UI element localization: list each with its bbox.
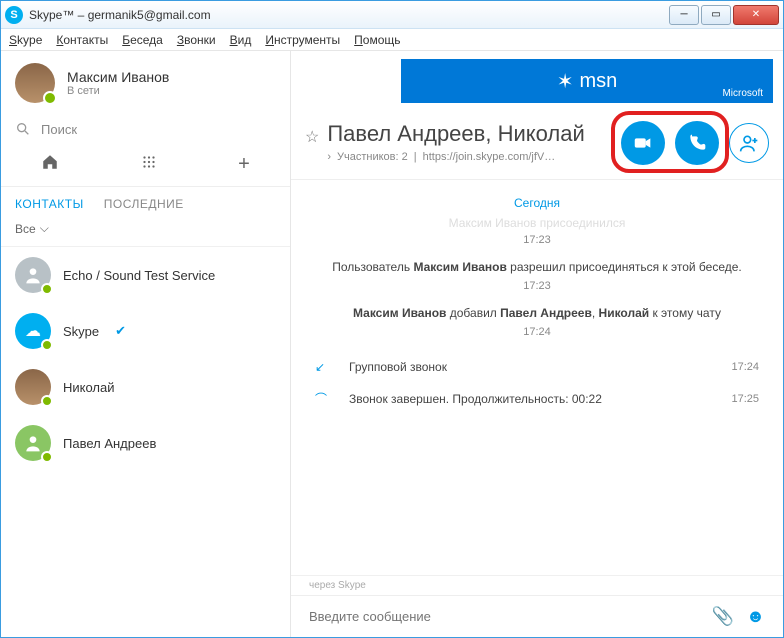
presence-online-icon [41,395,53,407]
contact-name: Павел Андреев [63,436,156,451]
menu-conversation[interactable]: Беседа [122,33,163,47]
add-participant-button[interactable] [729,123,769,163]
contact-name: Echo / Sound Test Service [63,268,215,283]
sidebar: Максим Иванов В сети Поиск + КОНТАКТЫ ПО… [1,51,291,637]
search-row[interactable]: Поиск [1,115,290,143]
call-label: Звонок завершен. Продолжительность: 00:2… [349,392,602,406]
day-separator: Сегодня [309,196,765,210]
new-chat-icon[interactable]: + [238,153,250,176]
tab-contacts[interactable]: КОНТАКТЫ [15,197,84,211]
emoji-icon[interactable]: ☻ [746,606,765,627]
tab-recent[interactable]: ПОСЛЕДНИЕ [104,197,184,211]
presence-online-icon [41,339,53,351]
avatar: ☁ [15,313,51,349]
avatar [15,425,51,461]
banner-brand: msn [579,70,617,93]
timestamp: 17:25 [731,393,759,405]
contact-name: Skype [63,324,99,339]
call-ended-icon: ⌒ [315,390,333,407]
call-incoming-icon: ↙ [315,360,333,374]
verified-icon: ✔ [115,323,126,339]
favorite-star-icon[interactable]: ☆ [305,127,319,147]
filter-dropdown[interactable]: Все ⌵ [1,219,290,247]
join-link[interactable]: https://join.skype.com/jfV… [423,151,556,163]
timestamp: 17:24 [731,361,759,373]
contact-item[interactable]: ☁ Skype ✔ [1,303,290,359]
menu-help[interactable]: Помощь [354,33,400,47]
message-input[interactable] [309,609,700,624]
conversation-pane: ✶msn Microsoft ☆ Павел Андреев, Николай … [291,51,783,637]
menu-calls[interactable]: Звонки [177,33,216,47]
search-placeholder: Поиск [41,122,77,137]
chat-header: ☆ Павел Андреев, Николай › Участников: 2… [291,103,783,180]
banner-company: Microsoft [722,88,763,99]
timestamp: 17:23 [309,234,765,246]
filter-label: Все [15,222,36,236]
avatar [15,369,51,405]
participants-count: Участников: 2 [337,151,408,163]
contact-item[interactable]: Echo / Sound Test Service [1,247,290,303]
butterfly-icon: ✶ [557,69,574,94]
system-message: Максим Иванов добавил Павел Андреев, Ник… [309,306,765,320]
video-call-button[interactable] [621,121,665,165]
presence-online-icon [41,283,53,295]
menu-view[interactable]: Вид [230,33,252,47]
avatar [15,257,51,293]
timestamp: 17:24 [309,326,765,338]
presence-online-icon [41,451,53,463]
menu-tools[interactable]: Инструменты [265,33,340,47]
chat-body: Сегодня Максим Иванов присоединился 17:2… [291,180,783,575]
self-avatar [15,63,55,103]
attach-icon[interactable]: 📎 [712,606,734,627]
maximize-button[interactable]: ▭ [701,5,731,25]
system-message: Пользователь Максим Иванов разрешил прис… [309,260,765,274]
timestamp: 17:23 [309,280,765,292]
contact-name: Николай [63,380,115,395]
msn-banner[interactable]: ✶msn Microsoft [401,59,773,103]
menu-bar: Skype Контакты Беседа Звонки Вид Инструм… [1,29,783,51]
presence-online-icon [43,91,57,105]
self-status: В сети [67,85,169,97]
dialpad-icon[interactable] [140,153,158,171]
menu-skype[interactable]: Skype [9,33,42,47]
home-icon[interactable] [41,153,59,171]
title-bar: S Skype™ – germanik5@gmail.com ─ ▭ ✕ [1,1,783,29]
window-title: Skype™ – germanik5@gmail.com [29,8,669,22]
close-button[interactable]: ✕ [733,5,779,25]
self-name: Максим Иванов [67,69,169,85]
chevron-down-icon: ⌵ [40,221,49,236]
expand-icon[interactable]: › [327,151,331,163]
call-label: Групповой звонок [349,360,447,374]
via-label: через Skype [291,575,783,595]
message-composer: 📎 ☻ [291,595,783,637]
skype-icon: S [5,6,23,24]
search-icon [15,121,31,137]
system-message: Максим Иванов присоединился [309,216,765,230]
menu-contacts[interactable]: Контакты [56,33,108,47]
self-profile[interactable]: Максим Иванов В сети [1,51,290,115]
contact-item[interactable]: Николай [1,359,290,415]
chat-title: Павел Андреев, Николай [327,121,613,147]
call-event[interactable]: ⌒ Звонок завершен. Продолжительность: 00… [309,382,765,415]
contact-item[interactable]: Павел Андреев [1,415,290,471]
audio-call-button[interactable] [675,121,719,165]
call-event[interactable]: ↙ Групповой звонок 17:24 [309,352,765,382]
minimize-button[interactable]: ─ [669,5,699,25]
